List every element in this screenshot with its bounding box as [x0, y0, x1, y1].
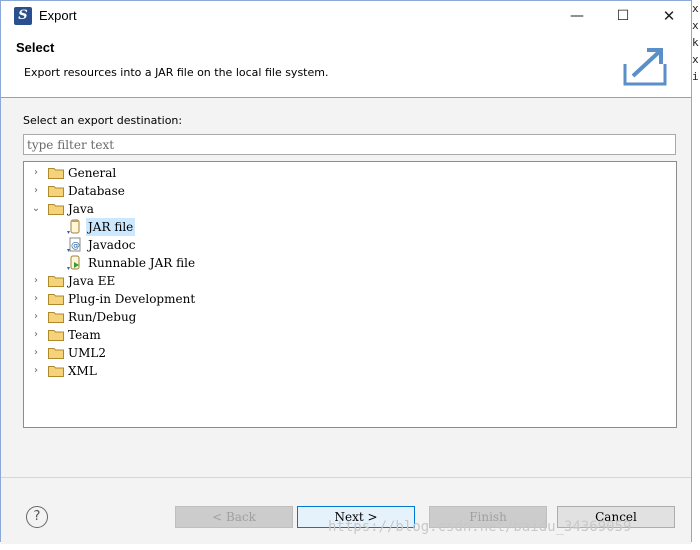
page-title: Select — [16, 40, 55, 55]
chevron-right-icon[interactable]: › — [30, 344, 42, 362]
export-banner-icon — [623, 48, 667, 86]
eclipse-app-icon: S — [14, 7, 32, 25]
tree-item-label: Plug-in Development — [68, 292, 196, 306]
folder-icon — [48, 276, 64, 287]
chevron-right-icon[interactable]: › — [30, 326, 42, 344]
tree-item-label: Java — [68, 202, 94, 216]
tree-item-runnable-jar-file[interactable]: Runnable JAR file — [24, 254, 674, 272]
tree-item-label: UML2 — [68, 346, 107, 360]
tree-item-label: Run/Debug — [68, 310, 137, 324]
export-dialog: S Export — ☐ ✕ Select Export resources i… — [0, 0, 692, 544]
destination-tree[interactable]: › General › Database ⌄ Java JAR file @ J… — [23, 161, 677, 428]
back-button[interactable]: < Back — [175, 506, 293, 528]
destination-label: Select an export destination: — [23, 114, 183, 127]
close-button[interactable]: ✕ — [646, 1, 692, 31]
tree-item-java[interactable]: ⌄ Java — [24, 200, 674, 218]
tree-item-label: General — [68, 166, 117, 180]
tree-item-java-ee[interactable]: › Java EE — [24, 272, 674, 290]
window-title: Export — [39, 8, 77, 23]
tree-item-xml[interactable]: › XML — [24, 362, 674, 380]
chevron-right-icon[interactable]: › — [30, 164, 42, 182]
wizard-body: Select an export destination: › General … — [1, 98, 691, 477]
wizard-header: Select Export resources into a JAR file … — [1, 32, 691, 98]
tree-item-label: Runnable JAR file — [88, 256, 196, 270]
tree-item-javadoc[interactable]: @ Javadoc — [24, 236, 674, 254]
tree-item-team[interactable]: › Team — [24, 326, 674, 344]
folder-icon — [48, 366, 64, 377]
maximize-button[interactable]: ☐ — [600, 1, 646, 31]
tree-item-label: Javadoc — [88, 238, 136, 252]
filter-input[interactable] — [23, 134, 676, 155]
tree-item-database[interactable]: › Database — [24, 182, 674, 200]
tree-item-label: Team — [68, 328, 101, 342]
chevron-right-icon[interactable]: › — [30, 308, 42, 326]
jar-icon — [67, 219, 80, 234]
minimize-button[interactable]: — — [554, 1, 600, 31]
folder-icon — [48, 330, 64, 341]
page-description: Export resources into a JAR file on the … — [24, 66, 329, 79]
folder-icon — [48, 186, 64, 197]
chevron-right-icon[interactable]: › — [30, 290, 42, 308]
runnable-jar-icon — [67, 255, 80, 270]
tree-item-jar-file[interactable]: JAR file — [24, 218, 674, 236]
tree-item-label: JAR file — [86, 218, 136, 236]
tree-item-run-debug[interactable]: › Run/Debug — [24, 308, 674, 326]
chevron-down-icon[interactable]: ⌄ — [30, 200, 42, 218]
open-folder-icon — [48, 204, 64, 215]
tree-item-general[interactable]: › General — [24, 164, 674, 182]
tree-item-plug-in-development[interactable]: › Plug-in Development — [24, 290, 674, 308]
tree-item-label: Java EE — [68, 274, 116, 288]
chevron-right-icon[interactable]: › — [30, 182, 42, 200]
tree-item-uml2[interactable]: › UML2 — [24, 344, 674, 362]
watermark: https://blog.csdn.net/baidu_34369059 — [328, 519, 632, 535]
folder-icon — [48, 312, 64, 323]
chevron-right-icon[interactable]: › — [30, 362, 42, 380]
tree-item-label: Database — [68, 184, 125, 198]
folder-icon — [48, 348, 64, 359]
svg-text:@: @ — [71, 241, 80, 251]
tree-item-label: XML — [68, 364, 97, 378]
chevron-right-icon[interactable]: › — [30, 272, 42, 290]
help-icon[interactable]: ? — [26, 506, 48, 528]
folder-icon — [48, 294, 64, 305]
title-bar[interactable]: S Export — ☐ ✕ — [1, 1, 691, 32]
background-window-text-right: xxkxi — [692, 0, 700, 550]
folder-icon — [48, 168, 64, 179]
javadoc-icon: @ — [67, 237, 81, 252]
